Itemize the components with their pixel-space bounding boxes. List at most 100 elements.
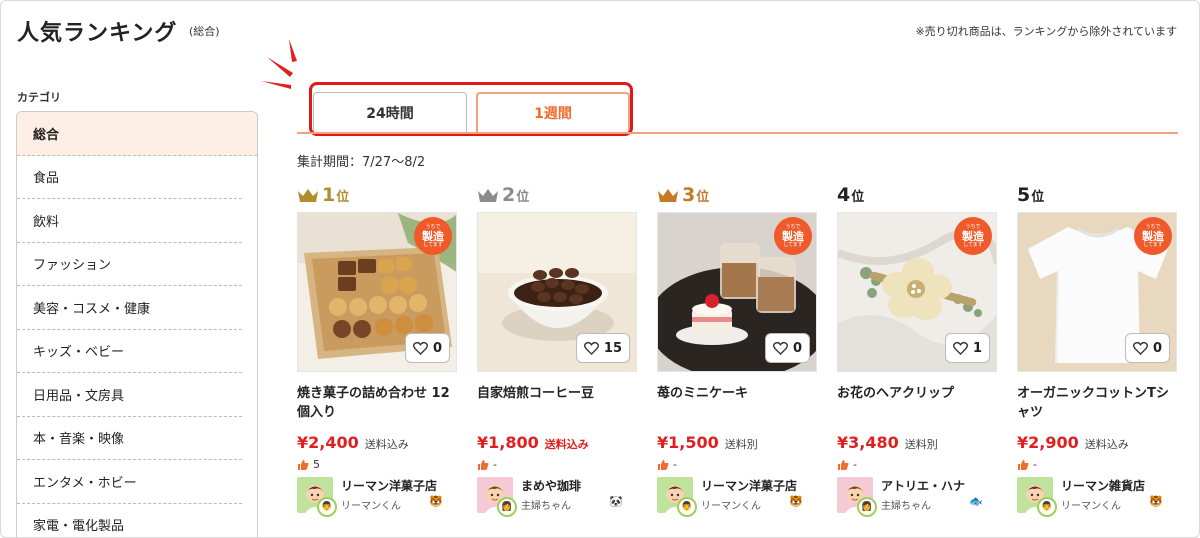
sidebar-item-fashion[interactable]: ファッション xyxy=(17,243,242,286)
sidebar-item-label: 日用品・文房具 xyxy=(33,388,125,404)
price-row: ¥2,400 送料込み xyxy=(297,433,459,452)
tab-highlight-box xyxy=(309,82,633,136)
seller-type-icon: 🐯 xyxy=(1149,495,1163,508)
shop-name[interactable]: まめや珈琲 xyxy=(521,477,581,494)
shipping-label: 送料込み xyxy=(364,438,409,451)
price-row: ¥2,900 送料込み xyxy=(1017,433,1179,452)
likes-count: - xyxy=(493,458,497,471)
thumbs-up-icon xyxy=(298,459,309,470)
shop-name[interactable]: アトリエ・ハナ xyxy=(881,477,965,494)
sidebar-item-label: ファッション xyxy=(33,258,112,274)
sidebar-item-kids[interactable]: キッズ・ベビー xyxy=(17,330,242,373)
sidebar-item-books[interactable]: 本・音楽・映像 xyxy=(17,417,242,460)
badge-line1: うちで xyxy=(965,223,981,230)
sidebar-item-label: 美容・コスメ・健康 xyxy=(33,301,151,317)
rank-suffix: 位 xyxy=(1031,189,1045,205)
product-name[interactable]: オーガニックコットンTシャツ xyxy=(1017,384,1179,424)
product-image[interactable]: うちで 製造 してます 0 xyxy=(657,212,817,372)
ranking-card[interactable]: 1 位 うちで 製造 してます 0 焼き菓子の詰め合わせ 12個入り ¥2,40… xyxy=(297,181,459,519)
sidebar-item-entertainment[interactable]: エンタメ・ホビー xyxy=(17,460,242,504)
product-name[interactable]: 苺のミニケーキ xyxy=(657,384,819,424)
made-in-house-badge: うちで 製造 してます xyxy=(774,217,812,255)
favorite-button[interactable]: 0 xyxy=(404,333,450,363)
thumbs-up-icon xyxy=(478,459,489,470)
seller-info: 👨 リーマン洋菓子店 リーマンくん 🐯 xyxy=(657,477,819,519)
seller-info: 👨 リーマン洋菓子店 リーマンくん 🐯 xyxy=(297,477,459,519)
seller-type: リーマンくん xyxy=(701,501,761,512)
aggregation-period: 集計期間：7/27〜8/2 xyxy=(297,155,426,170)
likes-count: - xyxy=(673,458,677,471)
badge-line2: 製造 xyxy=(422,229,444,243)
favorite-button[interactable]: 1 xyxy=(944,333,990,363)
favorite-button[interactable]: 0 xyxy=(764,333,810,363)
favorite-count: 15 xyxy=(603,340,622,356)
sidebar-item-daily[interactable]: 日用品・文房具 xyxy=(17,373,242,417)
ranking-card[interactable]: 2 位 15 自家焙煎コーヒー豆 ¥1,800 送料込み - 👩 まめや珈琲 主… xyxy=(477,181,639,519)
thumbs-up-icon xyxy=(658,459,669,470)
badge-line3: してます xyxy=(423,241,443,248)
ranking-card[interactable]: 5 位 うちで 製造 してます 0 オーガニックコットンTシャツ ¥2,900 … xyxy=(1017,181,1179,519)
product-name[interactable]: 焼き菓子の詰め合わせ 12個入り xyxy=(297,384,459,424)
likes-row: - xyxy=(477,458,639,471)
rank-number: 5 xyxy=(1017,184,1031,206)
seller-info: 👩 まめや珈琲 主婦ちゃん 🐼 xyxy=(477,477,639,519)
price-row: ¥1,500 送料別 xyxy=(657,433,819,452)
ranking-card[interactable]: 3 位 うちで 製造 してます 0 苺のミニケーキ ¥1,500 送料別 - 👨… xyxy=(657,181,819,519)
crown-icon xyxy=(298,189,318,202)
shop-name[interactable]: リーマン雑貨店 xyxy=(1061,477,1145,494)
seller-info: 👩 アトリエ・ハナ 主婦ちゃん 🐟 xyxy=(837,477,999,519)
favorite-button[interactable]: 0 xyxy=(1124,333,1170,363)
seller-type-avatar: 👨 xyxy=(677,497,697,517)
rank-suffix: 位 xyxy=(516,189,530,205)
product-image[interactable]: 15 xyxy=(477,212,637,372)
heart-icon xyxy=(1132,341,1148,355)
rank-label: 1 位 xyxy=(297,181,459,209)
crown-icon xyxy=(658,189,678,202)
sidebar-item-label: エンタメ・ホビー xyxy=(33,475,137,491)
sidebar-item-beauty[interactable]: 美容・コスメ・健康 xyxy=(17,286,242,330)
seller-type-avatar: 👩 xyxy=(857,497,877,517)
sidebar-item-drinks[interactable]: 飲料 xyxy=(17,199,242,243)
category-sidebar: 総合 食品 飲料 ファッション 美容・コスメ・健康 キッズ・ベビー 日用品・文房… xyxy=(16,111,258,538)
sidebar-item-all[interactable]: 総合 xyxy=(17,112,257,156)
shop-name[interactable]: リーマン洋菓子店 xyxy=(701,477,797,494)
price-row: ¥1,800 送料込み xyxy=(477,433,639,452)
rank-suffix: 位 xyxy=(696,189,710,205)
seller-type: 主婦ちゃん xyxy=(881,501,931,512)
shipping-label: 送料別 xyxy=(904,438,938,451)
seller-type: リーマンくん xyxy=(1061,501,1121,512)
attention-burst-icon xyxy=(261,39,297,89)
product-price: ¥2,900 xyxy=(1017,433,1079,452)
product-price: ¥1,800 xyxy=(477,433,539,452)
product-name[interactable]: お花のヘアクリップ xyxy=(837,384,999,424)
badge-line3: してます xyxy=(783,241,803,248)
badge-line2: 製造 xyxy=(1142,229,1164,243)
seller-type: リーマンくん xyxy=(341,501,401,512)
likes-count: - xyxy=(1033,458,1037,471)
sidebar-item-label: 総合 xyxy=(33,127,60,143)
sidebar-item-food[interactable]: 食品 xyxy=(17,156,242,199)
sidebar-item-label: 飲料 xyxy=(33,214,60,230)
seller-type-icon: 🐯 xyxy=(429,495,443,508)
sidebar-item-electronics[interactable]: 家電・電化製品 xyxy=(17,504,242,538)
seller-type-icon: 🐼 xyxy=(609,495,623,508)
product-name[interactable]: 自家焙煎コーヒー豆 xyxy=(477,384,639,424)
favorite-button[interactable]: 15 xyxy=(575,333,630,363)
shipping-label: 送料込み xyxy=(1084,438,1129,451)
shop-name[interactable]: リーマン洋菓子店 xyxy=(341,477,437,494)
heart-icon xyxy=(412,341,428,355)
badge-line1: うちで xyxy=(785,223,801,230)
made-in-house-badge: うちで 製造 してます xyxy=(954,217,992,255)
product-image[interactable]: うちで 製造 してます 0 xyxy=(297,212,457,372)
badge-line3: してます xyxy=(963,241,983,248)
product-image[interactable]: うちで 製造 してます 1 xyxy=(837,212,997,372)
rank-label: 4 位 xyxy=(837,181,999,209)
favorite-count: 0 xyxy=(432,340,442,356)
product-price: ¥2,400 xyxy=(297,433,359,452)
seller-type: 主婦ちゃん xyxy=(521,501,571,512)
ranking-card[interactable]: 4 位 うちで 製造 してます 1 お花のヘアクリップ ¥3,480 送料別 -… xyxy=(837,181,999,519)
badge-line2: 製造 xyxy=(962,229,984,243)
seller-type-avatar: 👩 xyxy=(497,497,517,517)
product-image[interactable]: うちで 製造 してます 0 xyxy=(1017,212,1177,372)
favorite-count: 0 xyxy=(792,340,802,356)
